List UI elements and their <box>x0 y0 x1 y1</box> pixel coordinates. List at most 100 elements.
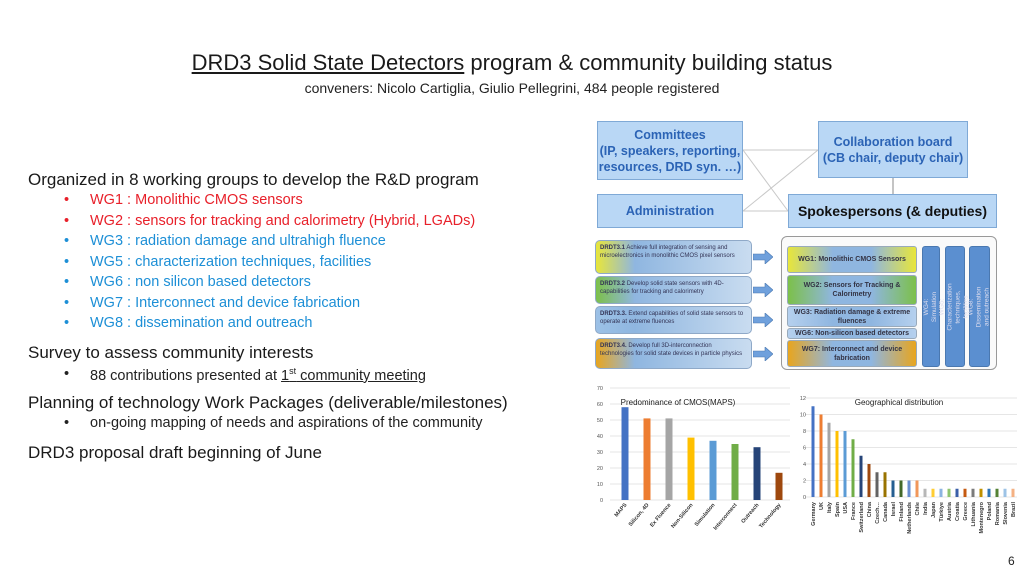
y-tick-label: 40 <box>597 434 603 440</box>
y-tick-label: 0 <box>803 495 806 501</box>
x-tick-label: France <box>851 502 857 520</box>
y-tick-label: 2 <box>803 479 806 485</box>
wg-box: WG1: Monolithic CMOS Sensors <box>787 246 917 273</box>
spokespersons-box: Spokespersons (& deputies) <box>788 194 997 228</box>
drdt-box: DRDT3.2 Develop solid state sensors with… <box>595 276 752 304</box>
x-tick-label: India <box>923 501 929 515</box>
x-tick-label: Slovenia <box>1003 501 1009 525</box>
drdt-box: DRDT3.3. Extend capabilities of solid st… <box>595 306 752 334</box>
bar <box>915 480 919 497</box>
bar <box>939 488 943 497</box>
bar <box>643 418 651 500</box>
x-tick-label: Greece <box>963 502 969 521</box>
x-tick-label: Non-Silicon <box>670 502 695 530</box>
page-number: 6 <box>1008 554 1015 568</box>
bar <box>883 472 887 497</box>
collaboration-board-box: Collaboration board (CB chair, deputy cha… <box>818 121 968 178</box>
chart-geographical-distribution: 0 2 4 6 8 10 12 Geographical distribution German… <box>800 396 1017 534</box>
bar <box>979 488 983 497</box>
bar <box>995 488 999 497</box>
x-tick-label: Simulation <box>694 502 717 528</box>
y-tick-label: 12 <box>800 396 806 402</box>
administration-box: Administration <box>597 194 743 228</box>
bar <box>835 431 839 497</box>
y-tick-label: 50 <box>597 418 603 424</box>
bar <box>843 431 847 497</box>
x-tick-label: Montenegro <box>979 501 985 533</box>
x-tick-label: Türkiye <box>939 502 945 522</box>
chart-title: Predominance of CMOS(MAPS) <box>621 398 736 407</box>
chart-title: Geographical distribution <box>855 398 944 407</box>
x-tick-label: Switzerland <box>859 502 865 533</box>
bar <box>851 439 855 497</box>
x-tick-label: USA <box>843 502 849 514</box>
y-tick-label: 60 <box>597 402 603 408</box>
bar <box>907 480 911 497</box>
bar <box>899 480 903 497</box>
bar <box>775 472 783 500</box>
bar <box>1003 488 1007 497</box>
x-tick-label: MAPS <box>614 502 629 518</box>
x-tick-label: Germany <box>811 501 817 526</box>
x-tick-label: Interconnect <box>713 502 739 531</box>
x-tick-label: Poland <box>987 502 993 520</box>
y-tick-label: 6 <box>803 446 806 452</box>
bar <box>859 455 863 497</box>
bar <box>971 488 975 497</box>
x-tick-label: Technology <box>758 502 783 530</box>
bar <box>827 422 831 497</box>
bar <box>891 480 895 497</box>
x-tick-label: Finland <box>899 502 905 522</box>
x-tick-label: Romania <box>995 501 1001 525</box>
y-tick-label: 8 <box>803 429 806 435</box>
bar <box>963 488 967 497</box>
bar <box>753 447 761 500</box>
bar <box>621 407 629 500</box>
x-tick-label: Ex Fluence <box>649 502 672 528</box>
x-tick-label: Outreach <box>740 502 761 525</box>
bar <box>867 464 871 497</box>
bar <box>875 472 879 497</box>
bar <box>947 488 951 497</box>
x-tick-label: China <box>867 501 873 517</box>
bar <box>931 488 935 497</box>
bar <box>987 488 991 497</box>
arrow-right-icon <box>753 283 773 297</box>
bar <box>955 488 959 497</box>
arrow-right-icon <box>753 313 773 327</box>
wg-box: WG6: Non-silicon based detectors <box>787 328 917 339</box>
wg-vertical-box: WG5: Characterization techniques, facili… <box>939 246 970 367</box>
x-tick-label: Brazil <box>1011 502 1017 517</box>
x-tick-label: Czech… <box>875 502 881 524</box>
wg-box: WG3: Radiation damage & extreme fluences <box>787 306 917 327</box>
bar <box>731 444 739 500</box>
x-tick-label: Italy <box>827 501 833 513</box>
x-tick-label: Chile <box>915 502 921 515</box>
x-tick-label: Spain <box>835 501 841 517</box>
x-tick-label: Netherlands <box>907 502 913 534</box>
x-tick-label: Israel <box>891 502 897 517</box>
x-tick-label: Silicon, 4D <box>628 502 651 527</box>
drdt-box: DRDT3.4. Develop full 3D-interconnection… <box>595 338 752 369</box>
bar <box>819 414 823 497</box>
y-tick-label: 0 <box>600 498 603 504</box>
y-tick-label: 10 <box>597 482 603 488</box>
y-tick-label: 70 <box>597 386 603 392</box>
arrow-right-icon <box>753 346 773 361</box>
bar <box>1011 488 1015 497</box>
x-tick-label: UK <box>819 502 825 510</box>
bar <box>811 406 815 497</box>
wg-box: WG7: Interconnect and device fabrication <box>787 340 917 367</box>
wg-vertical-box: WG4: Simulation <box>922 246 940 367</box>
committees-box: Committees (IP, speakers, reporting, resou… <box>597 121 743 180</box>
x-tick-label: Japan <box>931 501 937 518</box>
y-tick-label: 10 <box>800 413 806 419</box>
bar <box>665 418 673 500</box>
x-tick-label: Canada <box>883 501 889 522</box>
y-tick-label: 4 <box>803 462 806 468</box>
arrow-right-icon <box>753 250 773 264</box>
x-tick-label: Lithuania <box>971 501 977 526</box>
bar <box>709 440 717 500</box>
bar <box>687 437 695 500</box>
x-tick-label: Austria <box>947 501 953 521</box>
